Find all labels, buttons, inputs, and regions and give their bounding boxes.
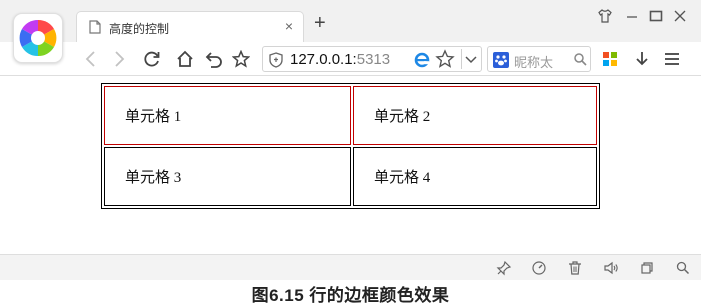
baidu-paw-icon <box>493 52 509 68</box>
pin-icon[interactable] <box>496 260 512 276</box>
tab-title: 高度的控制 <box>109 22 170 36</box>
close-icon[interactable] <box>673 8 687 24</box>
navigation-toolbar: 127.0.0.1:5313 昵称太 <box>0 42 701 76</box>
bookmark-star-icon[interactable] <box>231 49 251 69</box>
search-box[interactable]: 昵称太 <box>487 46 591 72</box>
table-cell: 单元格 4 <box>353 147 597 206</box>
window-restore-icon[interactable] <box>639 260 655 276</box>
title-bar: 高度的控制 × + <box>0 0 701 43</box>
new-tab-button[interactable]: + <box>314 13 326 33</box>
url-host: 127.0.0.1: <box>290 51 357 68</box>
browser-logo-icon[interactable] <box>13 13 63 63</box>
back-icon[interactable] <box>80 49 100 69</box>
maximize-icon[interactable] <box>649 8 663 24</box>
browser-tab[interactable]: 高度的控制 × <box>76 11 304 43</box>
download-icon[interactable] <box>632 49 652 69</box>
favorite-star-icon[interactable] <box>435 49 455 69</box>
home-icon[interactable] <box>175 49 195 69</box>
speed-up-icon[interactable] <box>531 260 547 276</box>
table-cell: 单元格 2 <box>353 86 597 145</box>
dropdown-chevron-icon[interactable] <box>461 49 479 69</box>
trash-icon[interactable] <box>567 260 583 276</box>
refresh-icon[interactable] <box>142 49 162 69</box>
security-shield-icon <box>269 52 283 68</box>
table-cell: 单元格 1 <box>104 86 351 145</box>
minimize-icon[interactable] <box>625 8 639 24</box>
tab-close-icon[interactable]: × <box>285 18 293 34</box>
url-port: 5313 <box>356 51 391 68</box>
sound-icon[interactable] <box>603 260 619 276</box>
url-text: 127.0.0.1:5313 <box>290 51 390 68</box>
zoom-icon[interactable] <box>675 260 691 276</box>
table-row-red-border: 单元格 1 单元格 2 <box>104 86 597 145</box>
page-content: 单元格 1 单元格 2 单元格 3 单元格 4 <box>0 77 701 254</box>
page-icon <box>89 20 101 34</box>
search-placeholder: 昵称太 <box>514 55 554 70</box>
shirt-icon[interactable] <box>597 8 613 24</box>
forward-icon[interactable] <box>110 49 130 69</box>
apps-grid-icon[interactable] <box>600 49 620 69</box>
figure-caption: 图6.15 行的边框颜色效果 <box>251 286 450 305</box>
ie-mode-icon[interactable] <box>413 51 433 69</box>
table-row-black-border: 单元格 3 单元格 4 <box>104 147 597 206</box>
status-bar <box>0 254 701 280</box>
swirl-logo-icon <box>19 19 57 57</box>
address-bar[interactable]: 127.0.0.1:5313 <box>262 46 482 72</box>
search-icon[interactable] <box>573 52 587 66</box>
demo-table: 单元格 1 单元格 2 单元格 3 单元格 4 <box>101 83 600 209</box>
menu-icon[interactable] <box>662 49 682 69</box>
table-cell: 单元格 3 <box>104 147 351 206</box>
undo-icon[interactable] <box>204 49 224 69</box>
